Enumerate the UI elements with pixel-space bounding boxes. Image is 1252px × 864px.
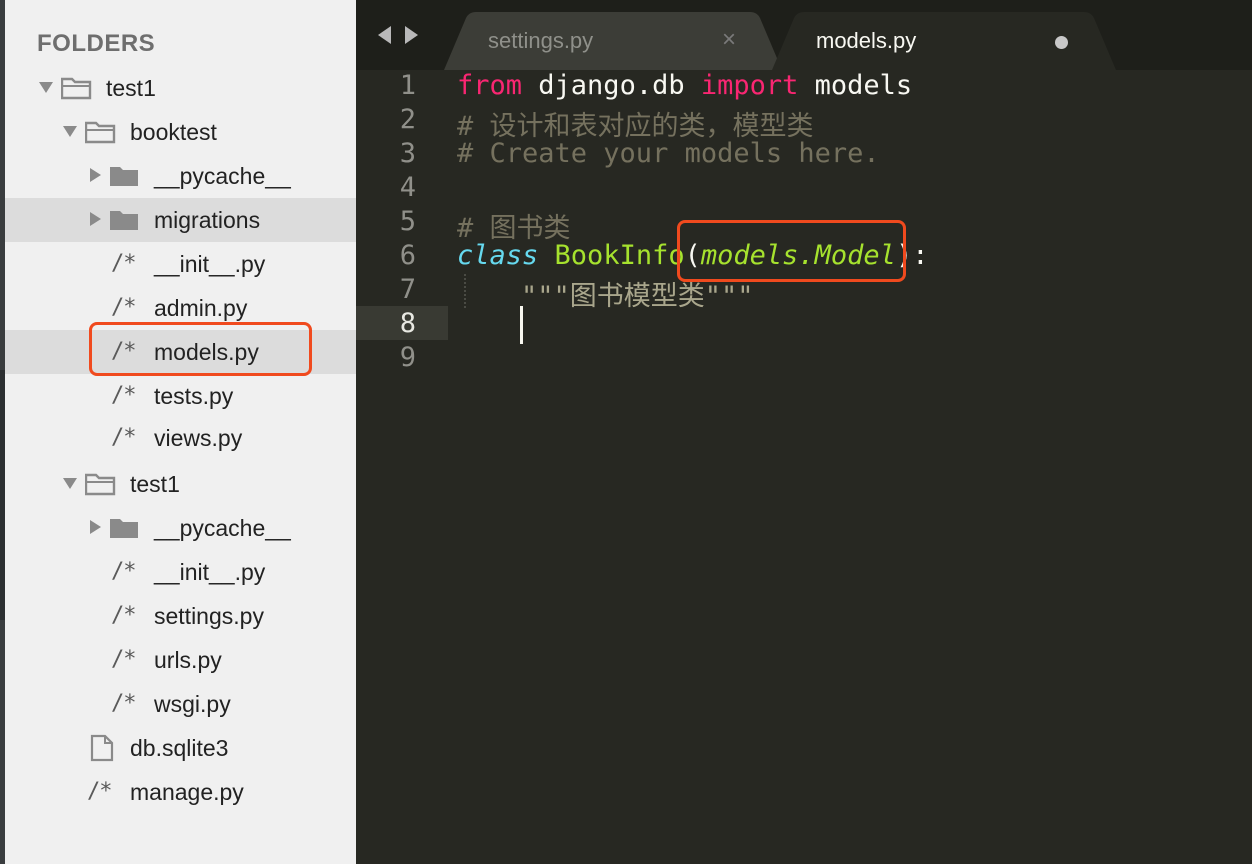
folder-icon	[109, 208, 141, 232]
unsaved-dot-icon[interactable]	[1055, 36, 1068, 49]
line-number: 8	[399, 308, 416, 339]
sidebar-file-settings[interactable]: /* settings.py	[5, 594, 356, 638]
python-file-icon: /*	[111, 691, 136, 716]
sidebar-file-wsgi[interactable]: /* wsgi.py	[5, 682, 356, 726]
folder-icon	[109, 164, 141, 188]
code-line-1[interactable]: from django.db import models	[457, 70, 912, 101]
python-file-icon: /*	[111, 603, 136, 628]
sidebar-item-label: booktest	[130, 119, 217, 145]
indent-guide	[464, 274, 468, 308]
sidebar-item-test1-root[interactable]: test1	[5, 66, 356, 110]
highlight-box-base-class	[677, 220, 906, 282]
chevron-right-icon[interactable]	[85, 198, 105, 242]
code-line-3[interactable]: # Create your models here.	[457, 138, 880, 169]
sidebar-item-label: __pycache__	[154, 515, 291, 541]
sidebar-item-label: wsgi.py	[154, 691, 231, 717]
python-file-icon: /*	[111, 251, 136, 276]
sidebar-file-tests[interactable]: /* tests.py	[5, 374, 356, 418]
tab-label: models.py	[816, 28, 917, 53]
sidebar-item-migrations[interactable]: migrations	[5, 198, 356, 242]
sidebar-item-label: __init__.py	[154, 251, 266, 277]
tab-settings[interactable]: settings.py ×	[444, 12, 784, 70]
chevron-down-icon[interactable]	[37, 66, 57, 110]
sidebar-item-label: __init__.py	[154, 559, 266, 585]
sidebar-item-label: admin.py	[154, 295, 248, 321]
sidebar-file-init[interactable]: /* __init__.py	[5, 242, 356, 286]
sidebar-file-init-2[interactable]: /* __init__.py	[5, 550, 356, 594]
line-number: 6	[399, 240, 416, 271]
sidebar-item-label: migrations	[154, 207, 261, 233]
chevron-down-icon[interactable]	[61, 462, 81, 506]
sidebar-item-label: views.py	[154, 425, 243, 451]
keyword: from	[457, 70, 523, 101]
sidebar-item-label: __pycache__	[154, 163, 291, 189]
tab-label: settings.py	[488, 28, 594, 53]
sidebar-item-label: tests.py	[154, 383, 234, 409]
sidebar-item-label: manage.py	[130, 779, 244, 805]
keyword: import	[700, 70, 799, 101]
sidebar-item-label: test1	[130, 471, 180, 497]
folder-icon	[109, 516, 141, 540]
sidebar-file-views[interactable]: /* views.py	[5, 416, 356, 460]
line-number: 3	[399, 138, 416, 169]
highlight-box-models-file	[89, 322, 312, 376]
python-file-icon: /*	[111, 647, 136, 672]
sidebar: FOLDERS test1 booktest __pycache__ migra…	[0, 0, 356, 864]
line-number: 4	[399, 172, 416, 203]
folder-open-icon	[85, 472, 117, 496]
text-caret	[520, 306, 523, 344]
line-number: 5	[399, 206, 416, 237]
folders-title: FOLDERS	[37, 30, 156, 57]
chevron-right-icon[interactable]	[85, 506, 105, 550]
python-file-icon: /*	[111, 295, 136, 320]
python-file-icon: /*	[111, 559, 136, 584]
file-icon	[89, 734, 121, 762]
tab-models[interactable]: models.py	[772, 12, 1118, 70]
sidebar-item-booktest[interactable]: booktest	[5, 110, 356, 154]
folder-open-icon	[61, 76, 93, 100]
sidebar-item-pycache-2[interactable]: __pycache__	[5, 506, 356, 550]
line-number: 9	[399, 342, 416, 373]
class-name: BookInfo	[554, 240, 685, 271]
keyword: class	[457, 240, 539, 271]
python-file-icon: /*	[111, 383, 136, 408]
sidebar-item-pycache[interactable]: __pycache__	[5, 154, 356, 198]
module-name: django.db	[522, 70, 701, 101]
sidebar-file-manage[interactable]: /* manage.py	[5, 770, 356, 814]
code-editor[interactable]: 1 2 3 4 5 6 7 8 9 from django.db import …	[356, 70, 1252, 864]
tab-bar: settings.py × models.py	[356, 0, 1252, 70]
sidebar-item-label: test1	[106, 75, 156, 101]
sidebar-item-label: settings.py	[154, 603, 264, 629]
python-file-icon: /*	[87, 779, 112, 804]
folder-open-icon	[85, 120, 117, 144]
chevron-right-icon[interactable]	[85, 154, 105, 198]
nav-forward-icon[interactable]	[405, 26, 418, 44]
python-file-icon: /*	[111, 425, 136, 450]
chevron-down-icon[interactable]	[61, 110, 81, 154]
sidebar-file-urls[interactable]: /* urls.py	[5, 638, 356, 682]
sidebar-item-label: db.sqlite3	[130, 735, 229, 761]
sidebar-item-test1[interactable]: test1	[5, 462, 356, 506]
sidebar-item-label: urls.py	[154, 647, 222, 673]
line-number: 1	[399, 70, 416, 101]
import-name: models	[798, 70, 913, 101]
sidebar-file-db-sqlite3[interactable]: db.sqlite3	[5, 726, 356, 770]
line-number: 7	[399, 274, 416, 305]
close-tab-icon[interactable]: ×	[722, 26, 736, 54]
line-number: 2	[399, 104, 416, 135]
nav-back-icon[interactable]	[378, 26, 391, 44]
